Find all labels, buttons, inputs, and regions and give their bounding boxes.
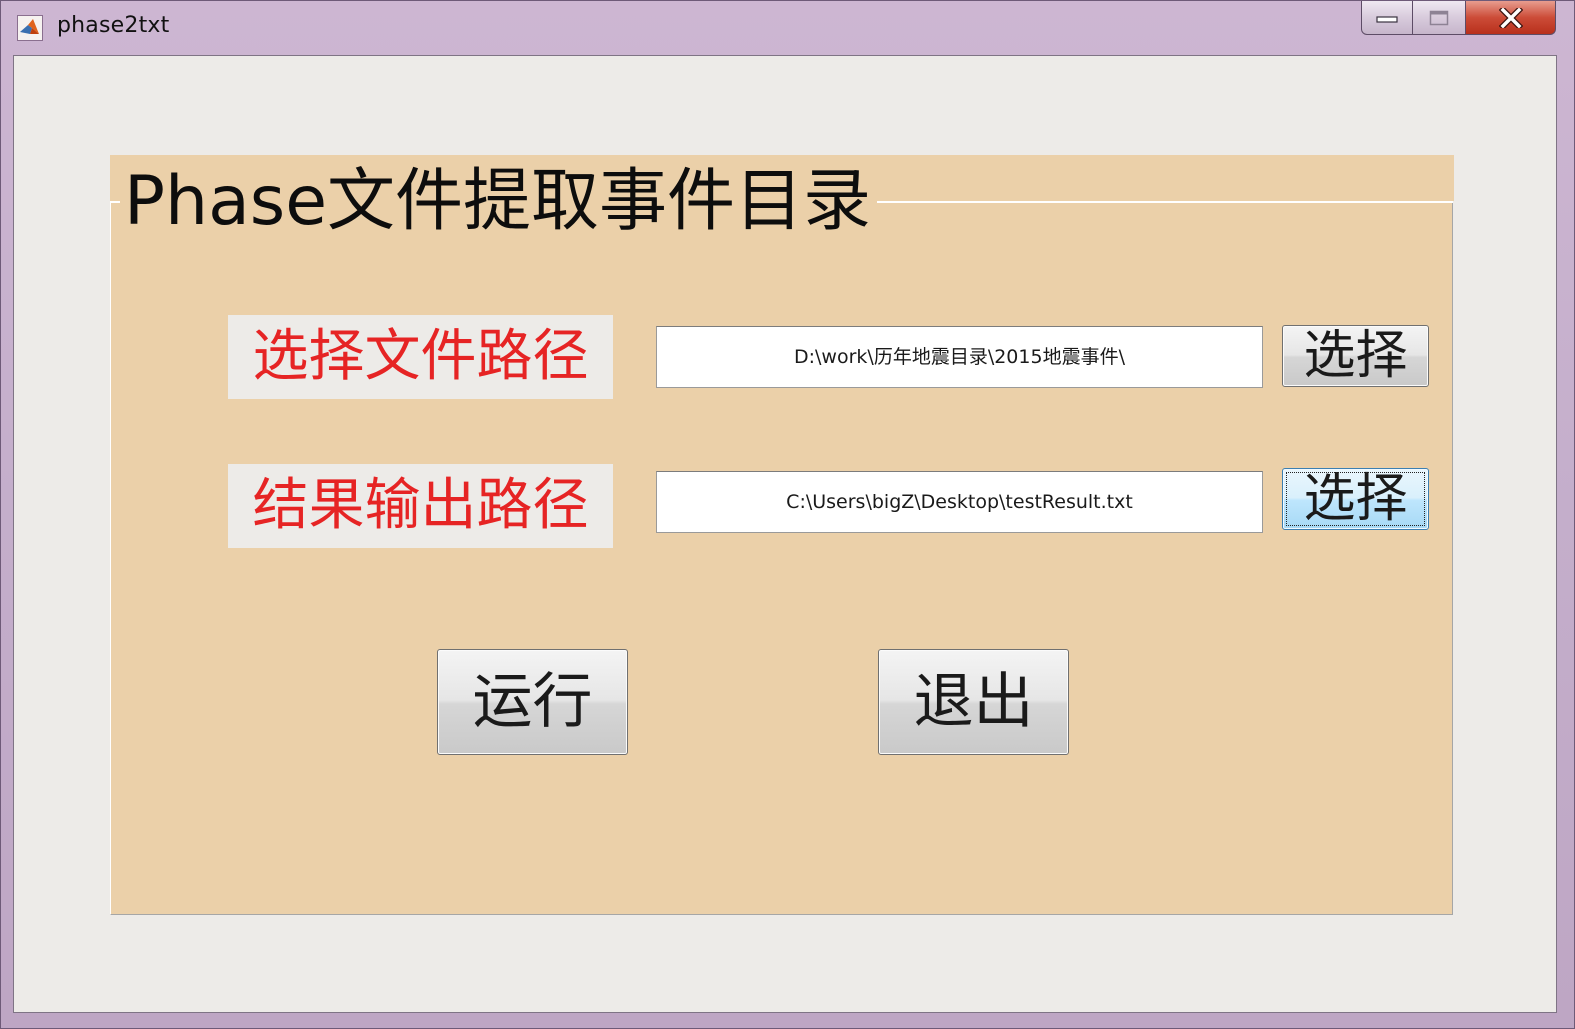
output-path-field[interactable]: C:\Users\bigZ\Desktop\testResult.txt (656, 471, 1263, 533)
input-path-label: 选择文件路径 (228, 315, 613, 399)
matlab-icon[interactable] (17, 15, 43, 41)
run-button[interactable]: 运行 (437, 649, 628, 755)
select-input-path-button[interactable]: 选择 (1282, 325, 1429, 387)
maximize-icon (1429, 10, 1449, 25)
close-button[interactable] (1465, 1, 1556, 35)
window-title: phase2txt (57, 13, 170, 38)
output-path-label: 结果输出路径 (228, 464, 613, 548)
focus-indicator (1286, 472, 1425, 526)
title-bar[interactable]: phase2txt (1, 1, 1575, 55)
figure-area: Phase文件提取事件目录 选择文件路径 D:\work\历年地震目录\2015… (13, 55, 1557, 1013)
panel-title: Phase文件提取事件目录 (120, 162, 878, 242)
select-output-path-button[interactable]: 选择 (1282, 468, 1429, 530)
close-icon (1498, 7, 1523, 28)
input-path-field[interactable]: D:\work\历年地震目录\2015地震事件\ (656, 326, 1263, 388)
minimize-button[interactable] (1361, 1, 1413, 35)
main-panel (110, 201, 1453, 915)
maximize-button[interactable] (1412, 1, 1466, 35)
app-window: phase2txt Phase文件提取事件目录 选择文件路径 D:\work\历… (0, 0, 1575, 1029)
minimize-icon (1376, 15, 1398, 23)
exit-button[interactable]: 退出 (878, 649, 1069, 755)
